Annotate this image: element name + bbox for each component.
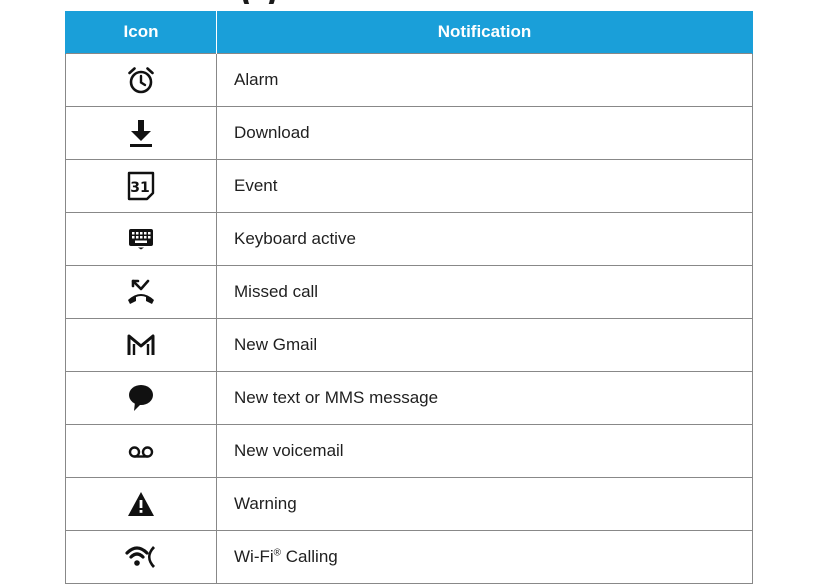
calendar-day-number: 31 bbox=[130, 180, 149, 196]
table-row: New voicemail bbox=[65, 424, 753, 478]
table-header-row: Icon Notification bbox=[65, 11, 753, 54]
notification-label: Warning bbox=[216, 477, 753, 531]
table-row: Warning bbox=[65, 477, 753, 531]
notification-label: New voicemail bbox=[216, 424, 753, 478]
notification-label: Keyboard active bbox=[216, 212, 753, 266]
missed-call-icon bbox=[128, 279, 154, 304]
icon-column-header: Icon bbox=[65, 11, 217, 54]
table-row: Missed call bbox=[65, 265, 753, 319]
download-icon bbox=[130, 120, 152, 147]
table-row: New Gmail bbox=[65, 318, 753, 372]
notification-label: Event bbox=[216, 159, 753, 213]
calendar-event-icon: 31 bbox=[127, 171, 155, 201]
registered-trademark-mark: ® bbox=[273, 547, 282, 559]
voicemail-icon bbox=[128, 445, 154, 458]
notification-label: Alarm bbox=[216, 53, 753, 107]
keyboard-icon bbox=[129, 229, 153, 250]
gmail-icon bbox=[127, 334, 155, 355]
notification-label: New text or MMS message bbox=[216, 371, 753, 425]
table-row: Keyboard active bbox=[65, 212, 753, 266]
notification-label: Missed call bbox=[216, 265, 753, 319]
notification-label: New Gmail bbox=[216, 318, 753, 372]
table-row: Download bbox=[65, 106, 753, 160]
wifi-calling-icon bbox=[125, 546, 155, 568]
table-row: 31 Event bbox=[65, 159, 753, 213]
notification-label: Download bbox=[216, 106, 753, 160]
table-row: New text or MMS message bbox=[65, 371, 753, 425]
table-row: Alarm bbox=[65, 53, 753, 107]
message-icon bbox=[129, 385, 153, 411]
page-heading-partial: ( ) bbox=[240, 0, 600, 4]
warning-icon bbox=[128, 492, 154, 516]
alarm-icon bbox=[128, 67, 154, 94]
notification-column-header: Notification bbox=[216, 11, 753, 54]
notification-icons-table: Icon Notification Alarm Download 31 Even… bbox=[65, 11, 753, 584]
